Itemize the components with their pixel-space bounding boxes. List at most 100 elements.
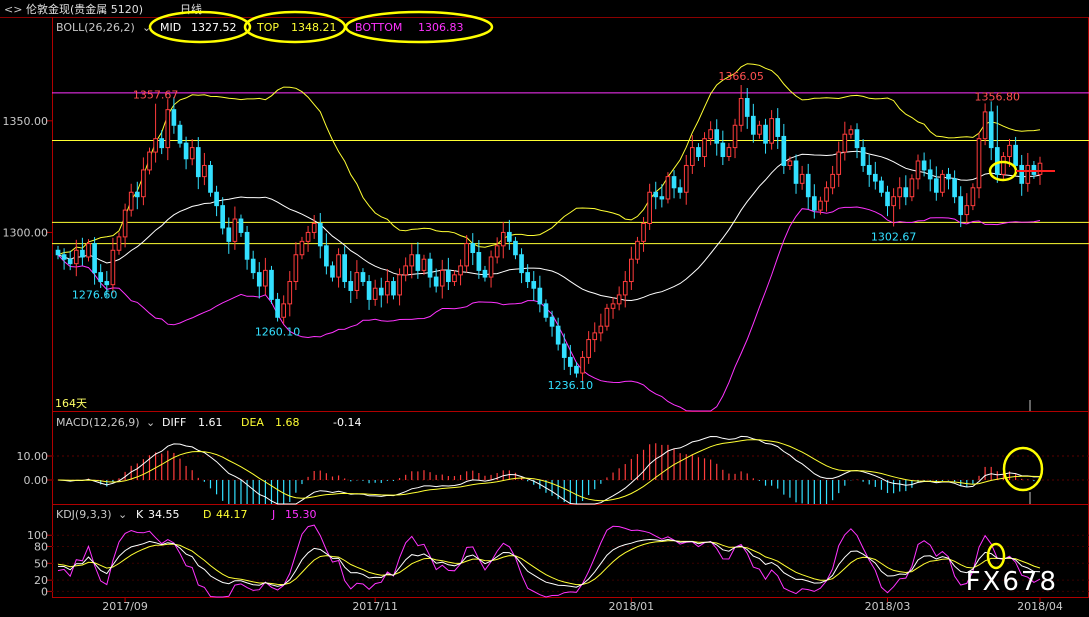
- candle-body: [342, 254, 348, 283]
- date-axis-label: 2017/11: [352, 600, 398, 613]
- candle-body: [415, 254, 421, 271]
- price-extreme-label: 1236.10: [548, 379, 594, 392]
- candle-body: [836, 151, 842, 175]
- candle-body: [641, 223, 646, 242]
- candle-body: [555, 325, 561, 345]
- candle-body: [994, 147, 1000, 175]
- candle-body: [311, 223, 317, 233]
- candle-body: [696, 147, 701, 158]
- candle-body: [872, 173, 878, 182]
- candle-body: [141, 169, 146, 198]
- date-axis-label: 2018/01: [608, 600, 654, 613]
- candle-body: [330, 265, 335, 278]
- candle-body: [653, 191, 659, 198]
- boll-label[interactable]: BOLL(26,26,2): [56, 21, 135, 34]
- boll-bottom-value: 1306.83: [418, 21, 464, 34]
- candle-body: [317, 223, 323, 247]
- candle-body: [842, 133, 848, 153]
- candlestick-chart[interactable]: <> 伦敦金现(贵金属 5120) 日线 BOLL(26,26,2) ⌄ MID…: [0, 0, 1089, 617]
- candle-body: [946, 173, 951, 180]
- kdj-label[interactable]: KDJ(9,3,3): [56, 508, 112, 521]
- menu-arrows-icon[interactable]: <>: [4, 3, 22, 16]
- candle-body: [61, 254, 67, 260]
- kdj-j-value: 15.30: [285, 508, 317, 521]
- candle-body: [830, 173, 835, 189]
- macd-dea-label: DEA: [241, 416, 264, 429]
- candle-body: [738, 98, 744, 126]
- candle-body: [702, 138, 707, 158]
- kdj-axis-label: 80: [34, 540, 48, 553]
- boll-top-label: TOP: [256, 21, 279, 34]
- candle-body: [195, 147, 201, 178]
- candle-body: [879, 180, 884, 193]
- candle-body: [226, 227, 232, 242]
- candle-body: [128, 191, 134, 211]
- candle-body: [513, 240, 518, 256]
- candle-body: [848, 129, 854, 135]
- candle-body: [708, 129, 713, 140]
- candle-body: [976, 138, 982, 189]
- price-extreme-label: 1366.05: [718, 70, 764, 83]
- candle-body: [952, 178, 957, 198]
- candle-body: [690, 147, 695, 166]
- bar-count-label: 164天: [55, 397, 87, 410]
- candle-body: [927, 169, 933, 180]
- candle-body: [574, 365, 579, 374]
- macd-axis-label: 10.00: [17, 450, 49, 463]
- candle-body: [238, 218, 244, 233]
- candle-body: [1031, 164, 1037, 175]
- kdj-j-label: J: [271, 508, 275, 521]
- candle-body: [988, 111, 994, 149]
- macd-diff-label: DIFF: [162, 416, 186, 429]
- candle-body: [824, 187, 829, 202]
- candle-body: [683, 164, 689, 193]
- candle-body: [586, 339, 591, 358]
- candle-body: [769, 118, 774, 144]
- price-axis-label: 1300.00: [3, 226, 49, 239]
- candle-body: [854, 129, 860, 149]
- macd-hist-value: -0.14: [333, 416, 361, 429]
- candle-body: [1019, 164, 1025, 184]
- candle-body: [568, 356, 573, 367]
- candle-body: [110, 249, 116, 286]
- candle-body: [744, 98, 750, 117]
- kdj-axis-label: 0: [41, 585, 48, 598]
- candle-body: [964, 205, 970, 216]
- candle-body: [208, 164, 213, 193]
- candle-body: [244, 231, 250, 260]
- candle-body: [427, 258, 433, 278]
- boll-top-value: 1348.21: [291, 21, 337, 34]
- candle-body: [397, 274, 402, 296]
- candle-body: [250, 258, 256, 274]
- kdj-k-label: K: [136, 508, 144, 521]
- price-extreme-label: 1260.10: [255, 325, 301, 338]
- candle-body: [104, 281, 110, 286]
- candle-body: [525, 272, 530, 283]
- candle-body: [464, 243, 469, 267]
- candle-body: [622, 281, 628, 296]
- candle-body: [366, 281, 372, 300]
- candle-body: [799, 173, 805, 184]
- candle-body: [403, 265, 408, 276]
- candle-body: [866, 164, 872, 175]
- chevron-down-icon[interactable]: ⌄: [146, 416, 155, 429]
- candle-body: [409, 254, 415, 267]
- chevron-down-icon[interactable]: ⌄: [118, 508, 127, 521]
- candle-body: [940, 173, 945, 193]
- candle-body: [860, 147, 866, 166]
- candle-body: [635, 240, 640, 260]
- candle-body: [391, 281, 396, 296]
- price-extreme-label: 1357.67: [133, 89, 179, 102]
- candle-body: [269, 269, 274, 300]
- candle-body: [324, 245, 329, 267]
- candle-body: [293, 254, 299, 283]
- candle-body: [671, 176, 677, 189]
- candle-body: [598, 325, 604, 334]
- candle-body: [1001, 156, 1006, 175]
- candle-body: [726, 147, 732, 158]
- candle-body: [165, 109, 171, 149]
- candle-body: [385, 281, 390, 296]
- macd-label[interactable]: MACD(12,26,9): [56, 416, 140, 429]
- candle-body: [488, 256, 494, 278]
- candle-body: [348, 281, 354, 291]
